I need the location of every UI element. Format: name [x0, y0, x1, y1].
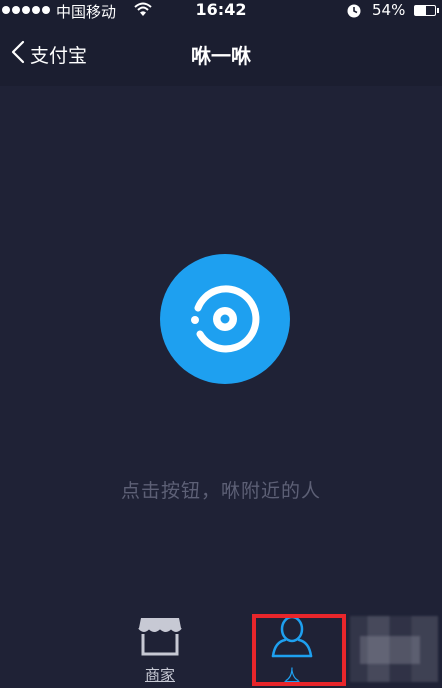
hint-text: 点击按钮，咻附近的人 — [120, 480, 321, 502]
person-icon — [271, 615, 313, 658]
battery-fill — [415, 6, 426, 15]
tab-merchant[interactable]: 商家 — [124, 614, 196, 685]
chevron-left-icon — [10, 40, 26, 69]
main-area: 点击按钮，咻附近的人 商家 人 — [0, 86, 442, 688]
nav-bar: 支付宝 咻一咻 — [0, 22, 442, 86]
back-button[interactable]: 支付宝 — [10, 38, 87, 70]
battery-percent: 54% — [372, 1, 406, 19]
shake-button[interactable] — [160, 254, 290, 384]
battery-icon — [414, 5, 439, 16]
alarm-clock-icon — [346, 3, 362, 23]
back-label: 支付宝 — [30, 44, 88, 67]
status-bar: 中国移动 16:42 54% — [0, 0, 442, 22]
blurred-region — [350, 616, 438, 682]
shake-target-icon — [191, 285, 260, 353]
tab-person[interactable]: 人 — [262, 614, 322, 685]
tab-person-label: 人 — [284, 666, 300, 684]
storefront-icon — [138, 618, 182, 656]
tab-merchant-label: 商家 — [144, 666, 175, 684]
